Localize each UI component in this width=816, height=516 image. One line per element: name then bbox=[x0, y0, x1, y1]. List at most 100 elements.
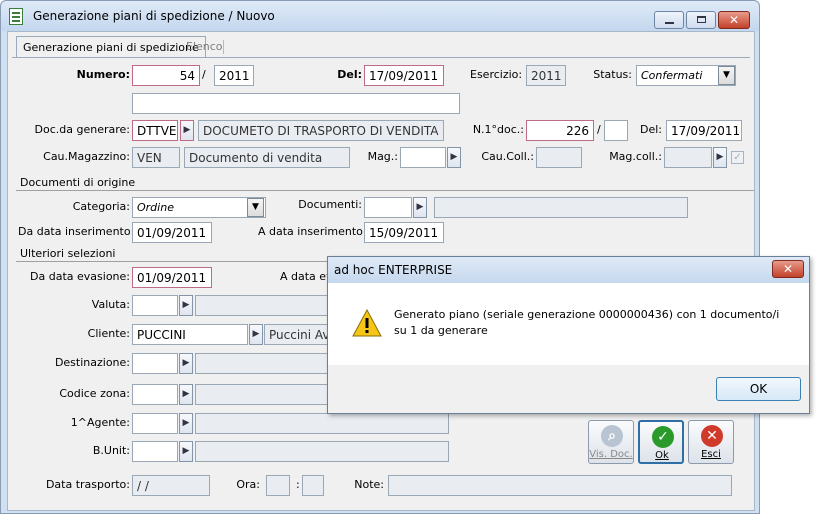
caumag-label: Cau.Magazzino: bbox=[43, 150, 130, 163]
numero-slash: / bbox=[202, 68, 206, 81]
tab-generazione[interactable]: Generazione piani di spedizione bbox=[16, 36, 206, 58]
status-dropdown-button[interactable]: ▼ bbox=[718, 66, 735, 85]
magcoll-checkbox[interactable]: ✓ bbox=[731, 151, 744, 164]
dialog-footer: OK bbox=[328, 365, 809, 413]
esci-button[interactable]: ✕ Esci bbox=[688, 420, 734, 464]
cliente-zoom-button[interactable]: ▶ bbox=[249, 324, 263, 345]
minimize-icon bbox=[665, 22, 674, 24]
caumag-desc-field: Documento di vendita bbox=[184, 147, 350, 168]
cliente-desc-field: Puccini Avv bbox=[264, 324, 336, 345]
bunit-label: B.Unit: bbox=[92, 444, 130, 457]
agente-label: 1^Agente: bbox=[70, 416, 130, 429]
checkmark-icon: ✓ bbox=[733, 152, 742, 163]
arrow-right-icon: ▶ bbox=[183, 125, 191, 135]
arrow-right-icon: ▶ bbox=[182, 300, 190, 310]
codice-zona-desc-field bbox=[195, 384, 335, 405]
arrow-right-icon: ▶ bbox=[716, 152, 724, 162]
arrow-right-icon: ▶ bbox=[252, 329, 260, 339]
close-icon: ✕ bbox=[728, 13, 740, 27]
note-field[interactable] bbox=[388, 475, 732, 496]
anno-field[interactable]: 2011 bbox=[214, 65, 254, 86]
mag-field[interactable] bbox=[400, 147, 446, 168]
a-data-ins-label: A data inserimento: bbox=[258, 225, 367, 238]
data-trasporto-field[interactable]: / / bbox=[132, 475, 210, 496]
valuta-label: Valuta: bbox=[91, 298, 130, 311]
valuta-zoom-button[interactable]: ▶ bbox=[179, 295, 193, 316]
note-label: Note: bbox=[354, 478, 384, 491]
valuta-field[interactable] bbox=[132, 295, 178, 316]
section-divider bbox=[16, 190, 754, 191]
documenti-label: Documenti: bbox=[298, 198, 362, 211]
da-data-ins-label: Da data inserimento: bbox=[18, 225, 135, 238]
window-title: Generazione piani di spedizione / Nuovo bbox=[33, 9, 275, 23]
dialog-ok-button[interactable]: OK bbox=[716, 377, 801, 401]
bunit-field[interactable] bbox=[132, 441, 178, 462]
documenti-field[interactable] bbox=[364, 197, 412, 218]
dialog-close-button[interactable]: ✕ bbox=[772, 260, 804, 278]
documenti-desc-field bbox=[434, 197, 688, 218]
magcoll-zoom-button[interactable]: ▶ bbox=[713, 147, 727, 168]
n1doc-field[interactable]: 226 bbox=[526, 120, 594, 141]
dialog-title-bar: ad hoc ENTERPRISE ✕ bbox=[328, 257, 809, 283]
da-data-eva-field[interactable]: 01/09/2011 bbox=[132, 267, 212, 288]
descrizione-field[interactable] bbox=[132, 93, 460, 114]
app-icon bbox=[9, 8, 23, 25]
minimize-button[interactable] bbox=[654, 11, 684, 29]
doc-desc-field: DOCUMETO DI TRASPORTO DI VENDITA bbox=[198, 120, 444, 141]
codice-zona-zoom-button[interactable]: ▶ bbox=[179, 384, 193, 405]
magnifier-icon: ⌕ bbox=[601, 425, 623, 447]
ok-button[interactable]: ✓ Ok bbox=[638, 420, 684, 464]
arrow-right-icon: ▶ bbox=[182, 418, 190, 428]
documenti-zoom-button[interactable]: ▶ bbox=[413, 197, 427, 218]
agente-field[interactable] bbox=[132, 413, 178, 434]
bunit-zoom-button[interactable]: ▶ bbox=[179, 441, 193, 462]
del-date-field[interactable]: 17/09/2011 bbox=[364, 65, 444, 86]
mag-label: Mag.: bbox=[367, 150, 398, 163]
cliente-field[interactable]: PUCCINI bbox=[132, 324, 248, 345]
esci-label: Esci bbox=[701, 449, 721, 460]
tab-line bbox=[12, 57, 750, 58]
arrow-right-icon: ▶ bbox=[182, 446, 190, 456]
section-documenti-origine: Documenti di origine bbox=[20, 176, 136, 189]
codice-zona-field[interactable] bbox=[132, 384, 178, 405]
status-label: Status: bbox=[593, 68, 632, 81]
dialog-message: Generato piano (seriale generazione 0000… bbox=[394, 308, 780, 337]
dialog-title: ad hoc ENTERPRISE bbox=[334, 263, 453, 277]
close-icon: ✕ bbox=[782, 262, 794, 276]
n1doc-suffix-field[interactable] bbox=[604, 120, 628, 141]
categoria-dropdown-button[interactable]: ▼ bbox=[247, 198, 264, 217]
destinazione-desc-field bbox=[195, 353, 335, 374]
destinazione-field[interactable] bbox=[132, 353, 178, 374]
tab-elenco[interactable]: Elenco bbox=[180, 36, 229, 58]
n1doc-label: N.1°doc.: bbox=[472, 123, 524, 136]
agente-zoom-button[interactable]: ▶ bbox=[179, 413, 193, 434]
codice-zona-label: Codice zona: bbox=[59, 387, 130, 400]
ora-field[interactable] bbox=[266, 475, 290, 496]
bunit-desc-field bbox=[195, 441, 449, 462]
ora-separator: : bbox=[296, 478, 300, 491]
data-trasporto-label: Data trasporto: bbox=[45, 478, 130, 491]
destinazione-zoom-button[interactable]: ▶ bbox=[179, 353, 193, 374]
numero-field[interactable]: 54 bbox=[132, 65, 200, 86]
vis-doc-button[interactable]: ⌕ Vis. Doc. bbox=[588, 420, 634, 464]
doc-zoom-button[interactable]: ▶ bbox=[180, 120, 194, 141]
da-data-ins-field[interactable]: 01/09/2011 bbox=[132, 222, 212, 243]
categoria-select[interactable]: Ordine bbox=[132, 197, 266, 218]
ok-label: Ok bbox=[655, 450, 669, 461]
mag-zoom-button[interactable]: ▶ bbox=[447, 147, 461, 168]
doc-code-field[interactable]: DTTVE bbox=[132, 120, 178, 141]
minuti-field[interactable] bbox=[302, 475, 324, 496]
caumag-field: VEN bbox=[132, 147, 180, 168]
caucoll-label: Cau.Coll.: bbox=[481, 150, 534, 163]
doc-del-field[interactable]: 17/09/2011 bbox=[666, 120, 742, 141]
ora-label: Ora: bbox=[236, 478, 260, 491]
maximize-icon bbox=[697, 16, 706, 23]
maximize-button[interactable] bbox=[686, 11, 716, 29]
tab-divider bbox=[223, 40, 224, 54]
da-data-eva-label: Da data evasione: bbox=[30, 270, 130, 283]
esercizio-label: Esercizio: bbox=[470, 68, 523, 81]
a-data-ins-field[interactable]: 15/09/2011 bbox=[364, 222, 444, 243]
cliente-label: Cliente: bbox=[87, 327, 130, 340]
magcoll-field bbox=[664, 147, 712, 168]
close-button[interactable]: ✕ bbox=[718, 11, 750, 29]
